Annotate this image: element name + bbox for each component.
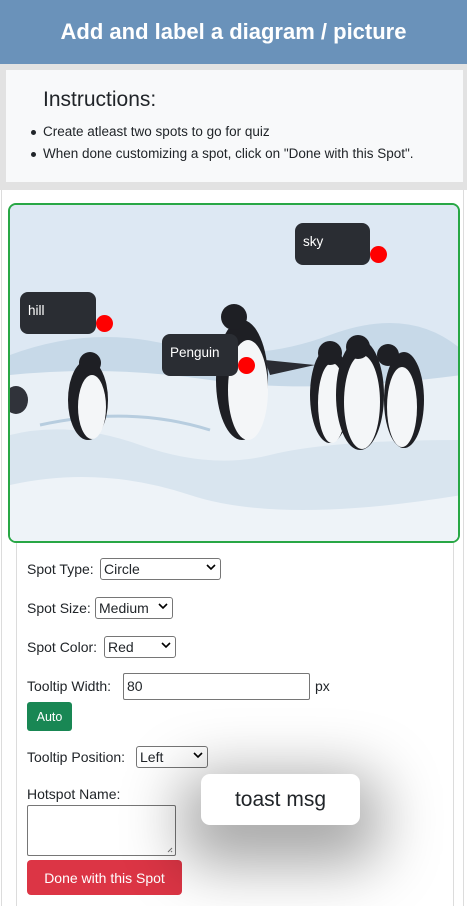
instructions-title: Instructions: bbox=[43, 88, 157, 111]
tooltip-width-value: 80 bbox=[127, 678, 143, 694]
spot-color-value: Red bbox=[108, 639, 134, 655]
chevron-down-icon bbox=[206, 564, 216, 571]
tooltip-position-label: Tooltip Position: bbox=[27, 749, 126, 765]
auto-button-label: Auto bbox=[36, 709, 63, 724]
hotspot-label: sky bbox=[303, 234, 324, 249]
done-with-spot-button[interactable]: Done with this Spot bbox=[27, 860, 182, 895]
spot-type-select[interactable]: Circle bbox=[100, 558, 221, 580]
done-button-label: Done with this Spot bbox=[44, 869, 165, 886]
diagram-picture[interactable]: sky hill Penguin bbox=[8, 203, 460, 543]
spot-type-value: Circle bbox=[104, 561, 140, 577]
resize-grip-icon[interactable] bbox=[167, 847, 173, 853]
page-title: Add and label a diagram / picture bbox=[60, 19, 407, 44]
hotspot-label: Penguin bbox=[170, 345, 220, 360]
spot-size-label: Spot Size: bbox=[27, 600, 91, 616]
chevron-down-icon bbox=[158, 603, 168, 610]
tooltip-width-input[interactable]: 80 bbox=[123, 673, 310, 700]
hotspot-name-label: Hotspot Name: bbox=[27, 786, 121, 802]
divider bbox=[1, 190, 2, 906]
instruction-item: When done customizing a spot, click on "… bbox=[31, 144, 414, 166]
instructions-list: Create atleast two spots to go for quiz … bbox=[31, 122, 414, 166]
instructions-panel: Instructions: Create atleast two spots t… bbox=[0, 64, 467, 190]
spot-size-select[interactable]: Medium bbox=[95, 597, 173, 619]
hotspot-dot-penguin[interactable] bbox=[238, 357, 255, 374]
page-header: Add and label a diagram / picture bbox=[0, 0, 467, 64]
toast-message: toast msg bbox=[201, 774, 360, 825]
spot-type-label: Spot Type: bbox=[27, 561, 94, 577]
toast-text: toast msg bbox=[234, 787, 327, 811]
divider bbox=[463, 190, 464, 906]
hotspot-tooltip-hill[interactable]: hill bbox=[20, 292, 96, 334]
tooltip-position-select[interactable]: Left bbox=[136, 746, 208, 768]
tooltip-position-value: Left bbox=[140, 749, 164, 765]
spot-size-value: Medium bbox=[99, 600, 149, 616]
spot-color-select[interactable]: Red bbox=[104, 636, 176, 658]
chevron-down-icon bbox=[161, 642, 171, 649]
hotspot-dot-hill[interactable] bbox=[96, 315, 113, 332]
hotspot-label: hill bbox=[28, 303, 45, 318]
hotspot-name-input[interactable] bbox=[27, 805, 176, 856]
tooltip-width-label: Tooltip Width: bbox=[27, 678, 112, 694]
chevron-down-icon bbox=[193, 752, 203, 759]
tooltip-width-unit: px bbox=[315, 678, 330, 694]
hotspot-tooltip-penguin[interactable]: Penguin bbox=[162, 334, 238, 376]
auto-button[interactable]: Auto bbox=[27, 702, 72, 731]
spot-color-label: Spot Color: bbox=[27, 639, 98, 655]
hotspot-tooltip-sky[interactable]: sky bbox=[295, 223, 370, 265]
hotspot-dot-sky[interactable] bbox=[370, 246, 387, 263]
instructions-box: Instructions: Create atleast two spots t… bbox=[6, 70, 463, 182]
instruction-item: Create atleast two spots to go for quiz bbox=[31, 122, 414, 144]
